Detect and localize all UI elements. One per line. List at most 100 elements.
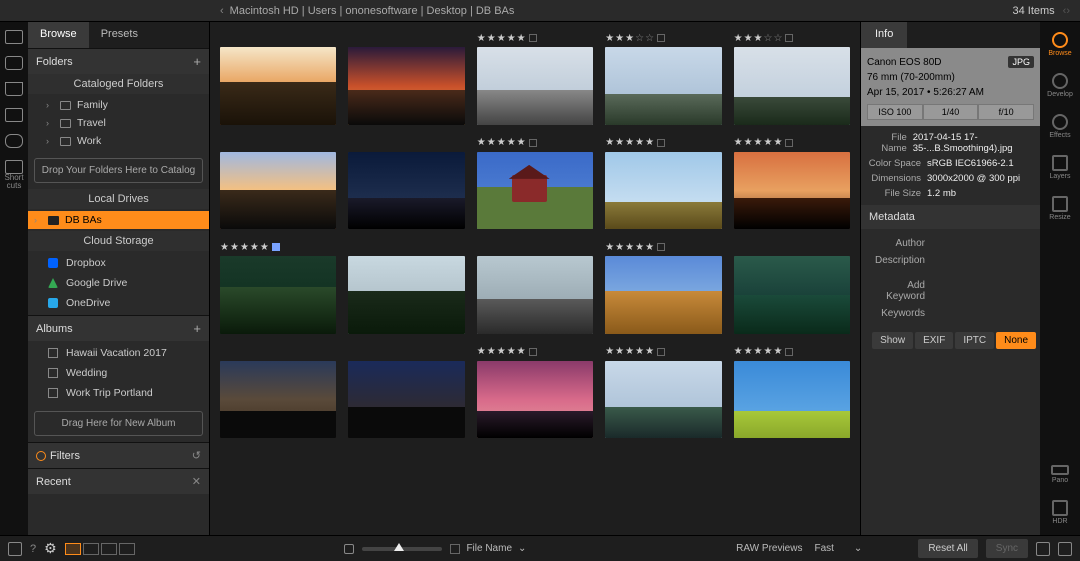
add-folder-icon[interactable]: + <box>193 54 201 69</box>
color-label-box[interactable] <box>657 139 665 147</box>
module-resize[interactable]: Resize <box>1049 196 1070 221</box>
color-label-box[interactable] <box>529 348 537 356</box>
thumbnail-image[interactable] <box>477 256 593 334</box>
drive-icon[interactable] <box>5 108 23 122</box>
thumbnail-cell[interactable]: ★★★★★ <box>477 32 593 125</box>
view-filmstrip-icon[interactable] <box>83 543 99 555</box>
thumbnail-image[interactable] <box>477 47 593 125</box>
color-label-box[interactable] <box>529 139 537 147</box>
thumbnail-cell[interactable] <box>220 32 336 125</box>
local-drive-selected[interactable]: › DB BAs <box>28 211 209 229</box>
star-icon[interactable]: ★ <box>497 137 506 148</box>
star-icon[interactable]: ★ <box>507 33 516 44</box>
star-icon[interactable]: ★ <box>605 346 614 357</box>
module-layers[interactable]: Layers <box>1049 155 1070 180</box>
thumbnail-image[interactable] <box>605 47 721 125</box>
thumbnail-image[interactable] <box>220 152 336 230</box>
zoom-out-icon[interactable] <box>344 544 354 554</box>
module-hdr[interactable]: HDR <box>1052 500 1068 525</box>
thumbnail-cell[interactable] <box>220 137 336 230</box>
module-develop[interactable]: Develop <box>1047 73 1073 98</box>
star-icon[interactable]: ★ <box>764 137 773 148</box>
panel-right-icon[interactable] <box>1058 542 1072 556</box>
tab-presets[interactable]: Presets <box>89 22 150 48</box>
sync-button[interactable]: Sync <box>986 539 1028 558</box>
star-icon[interactable]: ★ <box>744 137 753 148</box>
camera-icon[interactable] <box>5 56 23 70</box>
star-icon[interactable]: ★ <box>517 137 526 148</box>
close-icon[interactable]: ✕ <box>192 475 201 488</box>
folder-item[interactable]: ›Work <box>28 132 209 150</box>
star-icon[interactable]: ★ <box>773 346 782 357</box>
filters-header[interactable]: Filters ↺ <box>28 442 209 468</box>
album-item[interactable]: Hawaii Vacation 2017 <box>28 343 209 363</box>
tab-info[interactable]: Info <box>861 22 907 48</box>
thumbnail-cell[interactable]: ★★★★★ <box>477 137 593 230</box>
thumbnail-cell[interactable]: ★★★☆☆ <box>734 32 850 125</box>
thumbnail-cell[interactable] <box>348 32 464 125</box>
metadata-show-button[interactable]: Show <box>872 332 913 349</box>
star-icon[interactable]: ★ <box>754 137 763 148</box>
star-icon[interactable]: ★ <box>260 242 269 253</box>
view-detail-icon[interactable] <box>119 543 135 555</box>
star-icon[interactable]: ★ <box>734 346 743 357</box>
star-icon[interactable]: ★ <box>507 346 516 357</box>
thumbnail-cell[interactable] <box>477 241 593 334</box>
panel-left-icon[interactable] <box>1036 542 1050 556</box>
thumbnail-cell[interactable]: ★★★☆☆ <box>605 32 721 125</box>
star-icon[interactable]: ★ <box>230 242 239 253</box>
star-icon[interactable]: ★ <box>497 33 506 44</box>
star-icon[interactable]: ★ <box>477 33 486 44</box>
nav-back-icon[interactable]: ‹ <box>220 5 224 17</box>
slider-handle[interactable] <box>394 543 404 551</box>
thumbnail-image[interactable] <box>348 47 464 125</box>
thumbnail-cell[interactable] <box>348 346 464 439</box>
thumbnail-image[interactable] <box>477 361 593 439</box>
tab-browse[interactable]: Browse <box>28 22 89 48</box>
device-desktop-icon[interactable] <box>5 30 23 44</box>
star-icon[interactable]: ★ <box>734 33 743 44</box>
color-label-box[interactable] <box>657 34 665 42</box>
thumbnail-image[interactable] <box>348 256 464 334</box>
star-icon[interactable]: ★ <box>605 242 614 253</box>
color-label-box[interactable] <box>657 243 665 251</box>
star-icon[interactable]: ★ <box>754 33 763 44</box>
thumbnail-cell[interactable] <box>348 137 464 230</box>
star-icon[interactable]: ★ <box>507 137 516 148</box>
star-icon[interactable]: ★ <box>625 33 634 44</box>
albums-dropzone[interactable]: Drag Here for New Album <box>34 411 203 436</box>
star-icon[interactable]: ★ <box>635 346 644 357</box>
window-icon[interactable] <box>8 542 22 556</box>
star-icon[interactable]: ★ <box>477 346 486 357</box>
star-icon[interactable]: ☆ <box>773 33 782 44</box>
thumbnail-cell[interactable]: ★★★★★ <box>734 137 850 230</box>
album-item[interactable]: Work Trip Portland <box>28 383 209 403</box>
star-icon[interactable]: ★ <box>615 346 624 357</box>
recent-header[interactable]: Recent ✕ <box>28 468 209 494</box>
raw-previews-selector[interactable]: RAW Previews Fast ⌄ <box>736 543 862 554</box>
albums-header[interactable]: Albums + <box>28 315 209 341</box>
star-icon[interactable]: ★ <box>220 242 229 253</box>
module-effects[interactable]: Effects <box>1049 114 1070 139</box>
star-icon[interactable]: ★ <box>625 346 634 357</box>
color-label-box[interactable] <box>785 34 793 42</box>
sort-selector[interactable]: File Name ⌄ <box>450 543 526 554</box>
folder-item[interactable]: ›Family <box>28 96 209 114</box>
star-icon[interactable]: ★ <box>764 346 773 357</box>
nav-next-icon[interactable]: › <box>1066 5 1070 17</box>
color-label-box[interactable] <box>529 34 537 42</box>
star-icon[interactable]: ☆ <box>635 33 644 44</box>
star-icon[interactable]: ★ <box>773 137 782 148</box>
thumbnail-image[interactable] <box>220 256 336 334</box>
thumbnail-cell[interactable]: ★★★★★ <box>477 346 593 439</box>
star-icon[interactable]: ★ <box>744 33 753 44</box>
module-browse[interactable]: Browse <box>1048 32 1071 57</box>
thumbnail-cell[interactable] <box>734 241 850 334</box>
thumbnail-cell[interactable]: ★★★★★ <box>734 346 850 439</box>
thumbnail-image[interactable] <box>220 47 336 125</box>
album-item[interactable]: Wedding <box>28 363 209 383</box>
module-pano[interactable]: Pano <box>1051 465 1069 484</box>
shortcuts-button[interactable]: Short cuts <box>4 160 23 190</box>
thumbnail-image[interactable] <box>605 256 721 334</box>
reset-all-button[interactable]: Reset All <box>918 539 977 558</box>
